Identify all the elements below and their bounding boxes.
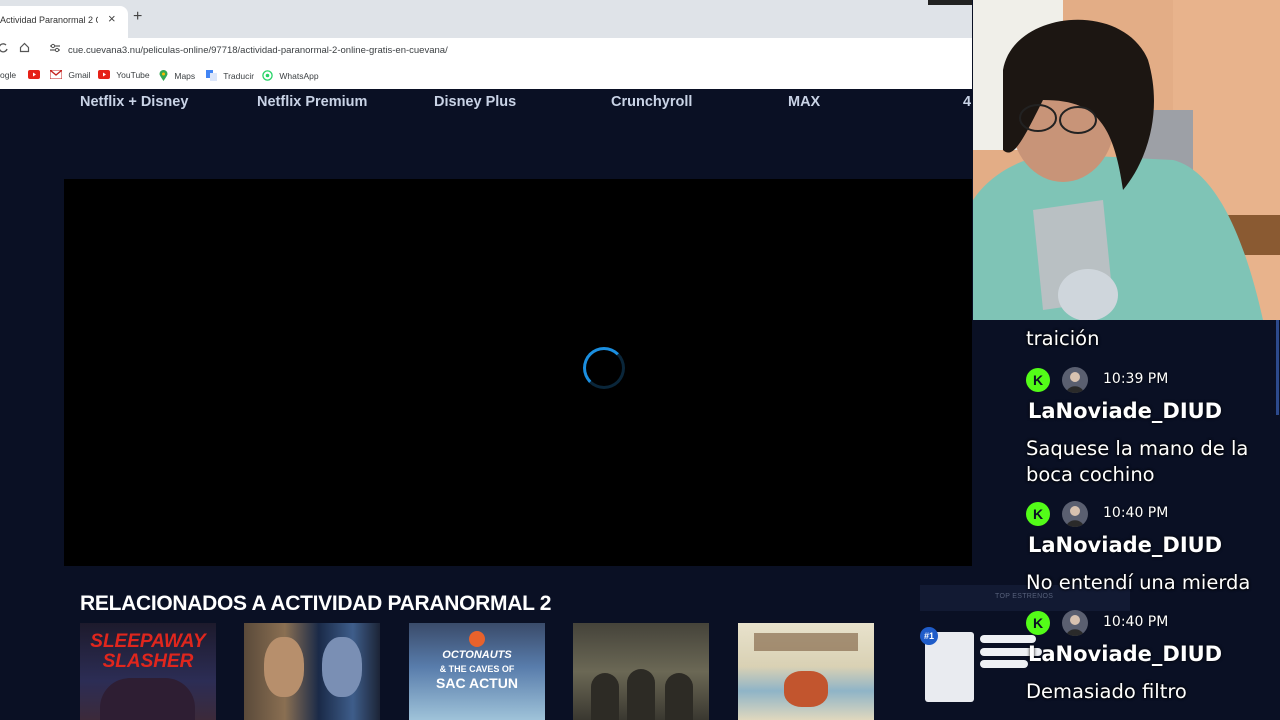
poster-face-left — [264, 637, 304, 697]
translate-icon — [206, 70, 217, 83]
webcam-scene — [973, 0, 1280, 320]
poster-figure — [665, 673, 693, 720]
nav-link-disney-plus[interactable]: Disney Plus — [434, 94, 516, 110]
tab-title: Actividad Paranormal 2 Online — [0, 15, 98, 25]
bookmark-youtube[interactable]: YouTube — [98, 70, 150, 81]
rank-badge: #1 — [920, 627, 938, 645]
bookmark-maps[interactable]: Maps — [159, 70, 195, 83]
reload-icon[interactable] — [0, 43, 8, 56]
related-poster-vintage[interactable] — [738, 623, 874, 720]
bookmark-label: Traducir — [223, 70, 255, 81]
chat-message-partial: traición — [1026, 327, 1100, 350]
bookmark-label: Gmail — [68, 70, 91, 80]
browser-toolbar: cue.cuevana3.nu/peliculas-online/97718/a… — [0, 38, 972, 64]
gmail-icon — [49, 69, 63, 81]
poster-subtitle: & THE CAVES OF — [439, 664, 515, 674]
poster-vehicle — [784, 671, 828, 707]
poster-title: OCTONAUTS — [442, 649, 512, 661]
chat-scrollbar[interactable] — [1276, 320, 1279, 415]
kick-badge-icon: K — [1026, 368, 1050, 392]
nav-link-netflix-disney[interactable]: Netflix + Disney — [80, 94, 188, 110]
poster-portraits — [754, 633, 858, 651]
avatar — [1062, 367, 1088, 393]
chat-username: LaNoviade_DIUD — [1028, 642, 1223, 666]
youtube-icon — [98, 70, 110, 81]
poster-subtitle: SLASHER — [102, 651, 194, 672]
site-settings-icon[interactable] — [49, 43, 61, 56]
stream-chat-overlay: traición K 10:39 PM LaNoviade_DIUD Saque… — [1018, 300, 1280, 720]
window-control-strip — [928, 0, 972, 5]
streaming-nav: Netflix + Disney Netflix Premium Disney … — [0, 89, 972, 119]
bookmark-label: YouTube — [116, 70, 150, 80]
poster-subtitle-2: SAC ACTUN — [436, 675, 518, 691]
chat-username: LaNoviade_DIUD — [1028, 533, 1223, 557]
chat-username: LaNoviade_DIUD — [1028, 399, 1223, 423]
loading-spinner-icon — [583, 347, 625, 389]
chat-timestamp: 10:40 PM — [1103, 505, 1169, 521]
bookmarks-bar: ogle Gmail YouTube Maps Traducir WhatsAp… — [0, 64, 972, 89]
chat-message: Saquese la mano de la boca cochino — [1026, 437, 1249, 486]
nav-link-more[interactable]: 4 — [963, 94, 971, 110]
avatar — [1062, 610, 1088, 636]
bookmark-label: WhatsApp — [279, 70, 319, 81]
bookmark-label: Maps — [174, 70, 196, 81]
poster-figure — [591, 673, 619, 720]
nav-link-max[interactable]: MAX — [788, 94, 820, 110]
related-poster-faces[interactable] — [244, 623, 380, 720]
avatar — [1062, 501, 1088, 527]
poster-face-right — [322, 637, 362, 697]
nav-link-netflix-premium[interactable]: Netflix Premium — [257, 94, 367, 110]
kick-badge-icon: K — [1026, 502, 1050, 526]
poster-title: SLEEPAWAY — [90, 631, 206, 652]
bookmark-youtube-icon-only[interactable] — [28, 70, 44, 81]
related-poster-soldiers[interactable] — [573, 623, 709, 720]
chat-message: No entendí una mierda — [1026, 571, 1251, 594]
poster-figure — [627, 669, 655, 720]
related-poster-sleepaway-slasher[interactable]: SLEEPAWAY SLASHER — [80, 623, 216, 720]
maps-icon — [159, 70, 168, 83]
bookmark-whatsapp[interactable]: WhatsApp — [262, 70, 319, 83]
related-section-title: RELACIONADOS A ACTIVIDAD PARANORMAL 2 — [80, 592, 552, 615]
kick-badge-icon: K — [1026, 611, 1050, 635]
address-bar[interactable]: cue.cuevana3.nu/peliculas-online/97718/a… — [68, 45, 448, 56]
poster-figures — [100, 678, 195, 720]
chat-timestamp: 10:39 PM — [1103, 371, 1169, 387]
bookmark-label: ogle — [0, 70, 17, 80]
chat-message: Demasiado filtro — [1026, 680, 1187, 703]
browser-tab[interactable]: Actividad Paranormal 2 Online × — [0, 6, 128, 38]
home-icon[interactable] — [19, 42, 30, 56]
nav-link-crunchyroll[interactable]: Crunchyroll — [611, 94, 692, 110]
bookmark-traducir[interactable]: Traducir — [206, 70, 254, 83]
video-player[interactable] — [64, 179, 972, 566]
youtube-icon — [28, 70, 40, 81]
chat-timestamp: 10:40 PM — [1103, 614, 1169, 630]
whatsapp-icon — [262, 70, 273, 83]
bookmark-gmail[interactable]: Gmail — [49, 69, 91, 81]
bookmark-google[interactable]: ogle — [0, 70, 16, 80]
poster-logo-icon — [469, 631, 485, 647]
webcam-overlay — [973, 0, 1280, 320]
related-poster-octonauts[interactable]: OCTONAUTS & THE CAVES OF SAC ACTUN — [409, 623, 545, 720]
new-tab-button[interactable]: + — [133, 9, 142, 25]
tab-close-icon[interactable]: × — [108, 11, 116, 26]
browser-tab-bar: Actividad Paranormal 2 Online × + — [0, 0, 972, 38]
